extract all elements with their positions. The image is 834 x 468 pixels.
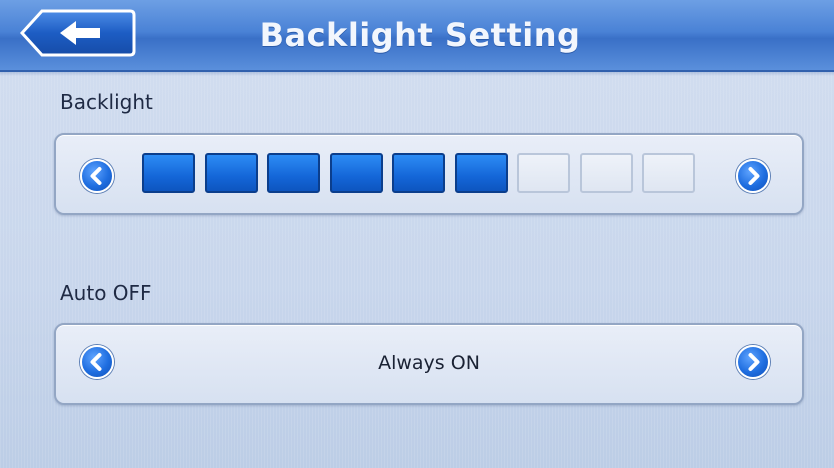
backlight-level-segment[interactable] [454, 153, 508, 193]
backlight-increase-button[interactable] [736, 159, 770, 193]
auto-off-next-button[interactable] [736, 345, 770, 379]
chevron-right-icon [748, 353, 760, 371]
back-arrow-icon [20, 9, 136, 57]
backlight-level-segment[interactable] [329, 153, 383, 193]
backlight-level-segment[interactable] [204, 153, 258, 193]
backlight-label: Backlight [60, 90, 153, 114]
chevron-left-icon [90, 353, 102, 371]
auto-off-prev-button[interactable] [80, 345, 114, 379]
chevron-left-icon [90, 167, 102, 185]
backlight-level-segment[interactable] [267, 153, 320, 193]
backlight-level-segment[interactable] [642, 153, 695, 193]
screen: Backlight Setting Backlight Auto OFF Alw… [0, 0, 834, 468]
backlight-control [54, 133, 804, 215]
auto-off-value: Always ON [378, 352, 480, 374]
back-button[interactable] [20, 8, 136, 58]
backlight-level-segment[interactable] [579, 153, 633, 193]
backlight-level-segment[interactable] [517, 153, 570, 193]
chevron-right-icon [748, 167, 760, 185]
backlight-level-bar[interactable] [142, 153, 702, 195]
backlight-decrease-button[interactable] [80, 159, 114, 193]
page-title: Backlight Setting [259, 16, 581, 54]
title-bar: Backlight Setting [0, 0, 834, 76]
auto-off-control: Always ON [54, 323, 804, 405]
backlight-level-segment[interactable] [392, 153, 445, 193]
backlight-level-segment[interactable] [142, 153, 195, 193]
auto-off-label: Auto OFF [60, 281, 152, 305]
